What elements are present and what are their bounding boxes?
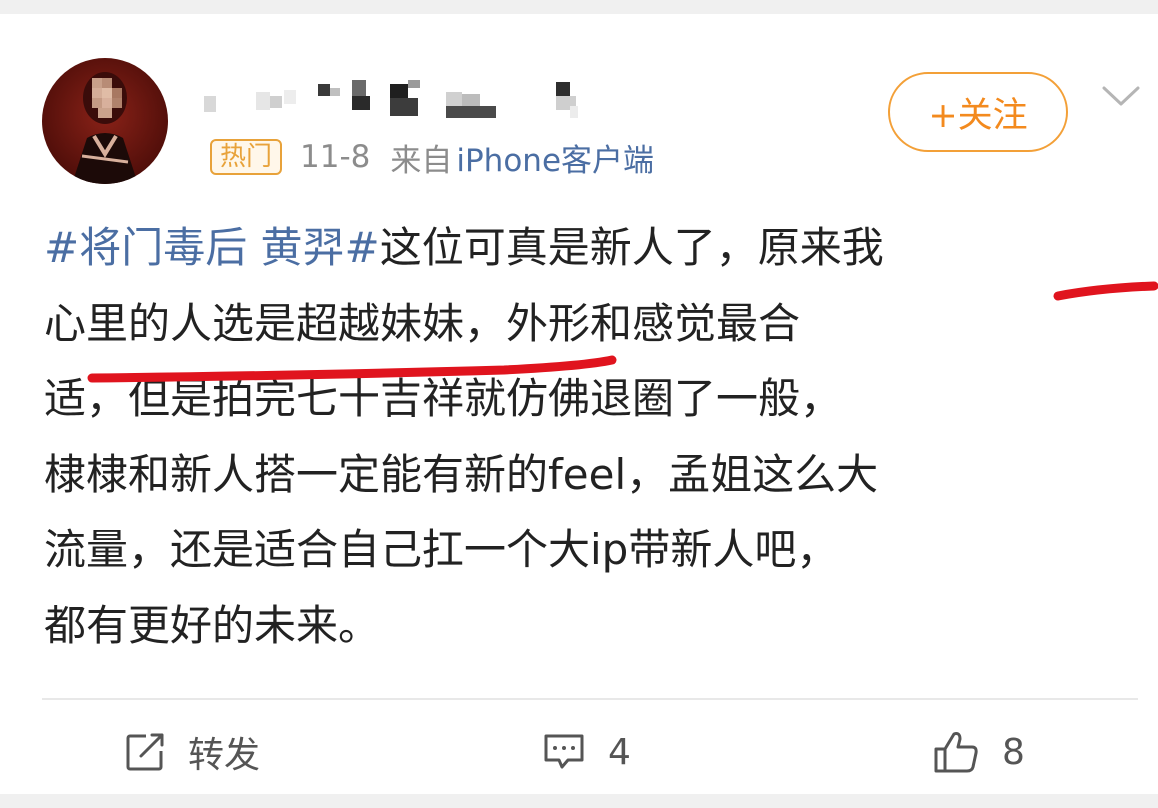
- content-line-1: #将门毒后 黄羿#这位可真是新人了，原来我: [44, 210, 1144, 286]
- content-line-4: 棣棣和新人搭一定能有新的feel，孟姐这么大: [44, 449, 879, 499]
- weibo-post-card: 热门 11-8 来自 iPhone客户端 +关注 #将门毒后 黄羿#这位可真是新…: [0, 14, 1158, 794]
- content-line-2: 心里的人选是超越妹妹，外形和感觉最合: [44, 298, 801, 348]
- post-date: 11-8: [300, 139, 371, 175]
- repost-label: 转发: [188, 735, 261, 776]
- post-meta: 热门 11-8 来自 iPhone客户端: [210, 135, 654, 180]
- divider: [42, 698, 1138, 700]
- post-content: #将门毒后 黄羿#这位可真是新人了，原来我 心里的人选是超越妹妹，外形和感觉最合…: [44, 210, 1144, 663]
- repost-button[interactable]: 转发: [124, 720, 260, 784]
- content-line-6: 都有更好的未来。: [44, 600, 381, 650]
- content-line-5: 流量，还是适合自己扛一个大ip带新人吧，: [44, 525, 839, 574]
- source-prefix: 来自: [390, 142, 453, 179]
- comment-button[interactable]: 4: [542, 720, 631, 784]
- comment-count: 4: [608, 731, 631, 773]
- hot-badge: 热门: [210, 139, 283, 175]
- follow-button[interactable]: +关注: [888, 72, 1068, 152]
- chevron-down-icon[interactable]: [1100, 78, 1142, 114]
- avatar-image: [42, 58, 168, 184]
- comment-icon: [544, 734, 584, 769]
- like-button[interactable]: 8: [932, 720, 1025, 784]
- username-redacted[interactable]: [200, 74, 620, 124]
- content-text: 这位可真是新人了，原来我: [379, 223, 884, 272]
- post-source[interactable]: iPhone客户端: [456, 135, 654, 180]
- like-count: 8: [1002, 731, 1025, 773]
- repost-icon: [126, 733, 164, 771]
- thumbs-up-icon: [934, 732, 978, 773]
- content-line-3: 适，但是拍完七十吉祥就仿佛退圈了一般，: [44, 374, 843, 423]
- topic-link[interactable]: #将门毒后 黄羿#: [44, 223, 380, 272]
- user-avatar[interactable]: [42, 58, 168, 184]
